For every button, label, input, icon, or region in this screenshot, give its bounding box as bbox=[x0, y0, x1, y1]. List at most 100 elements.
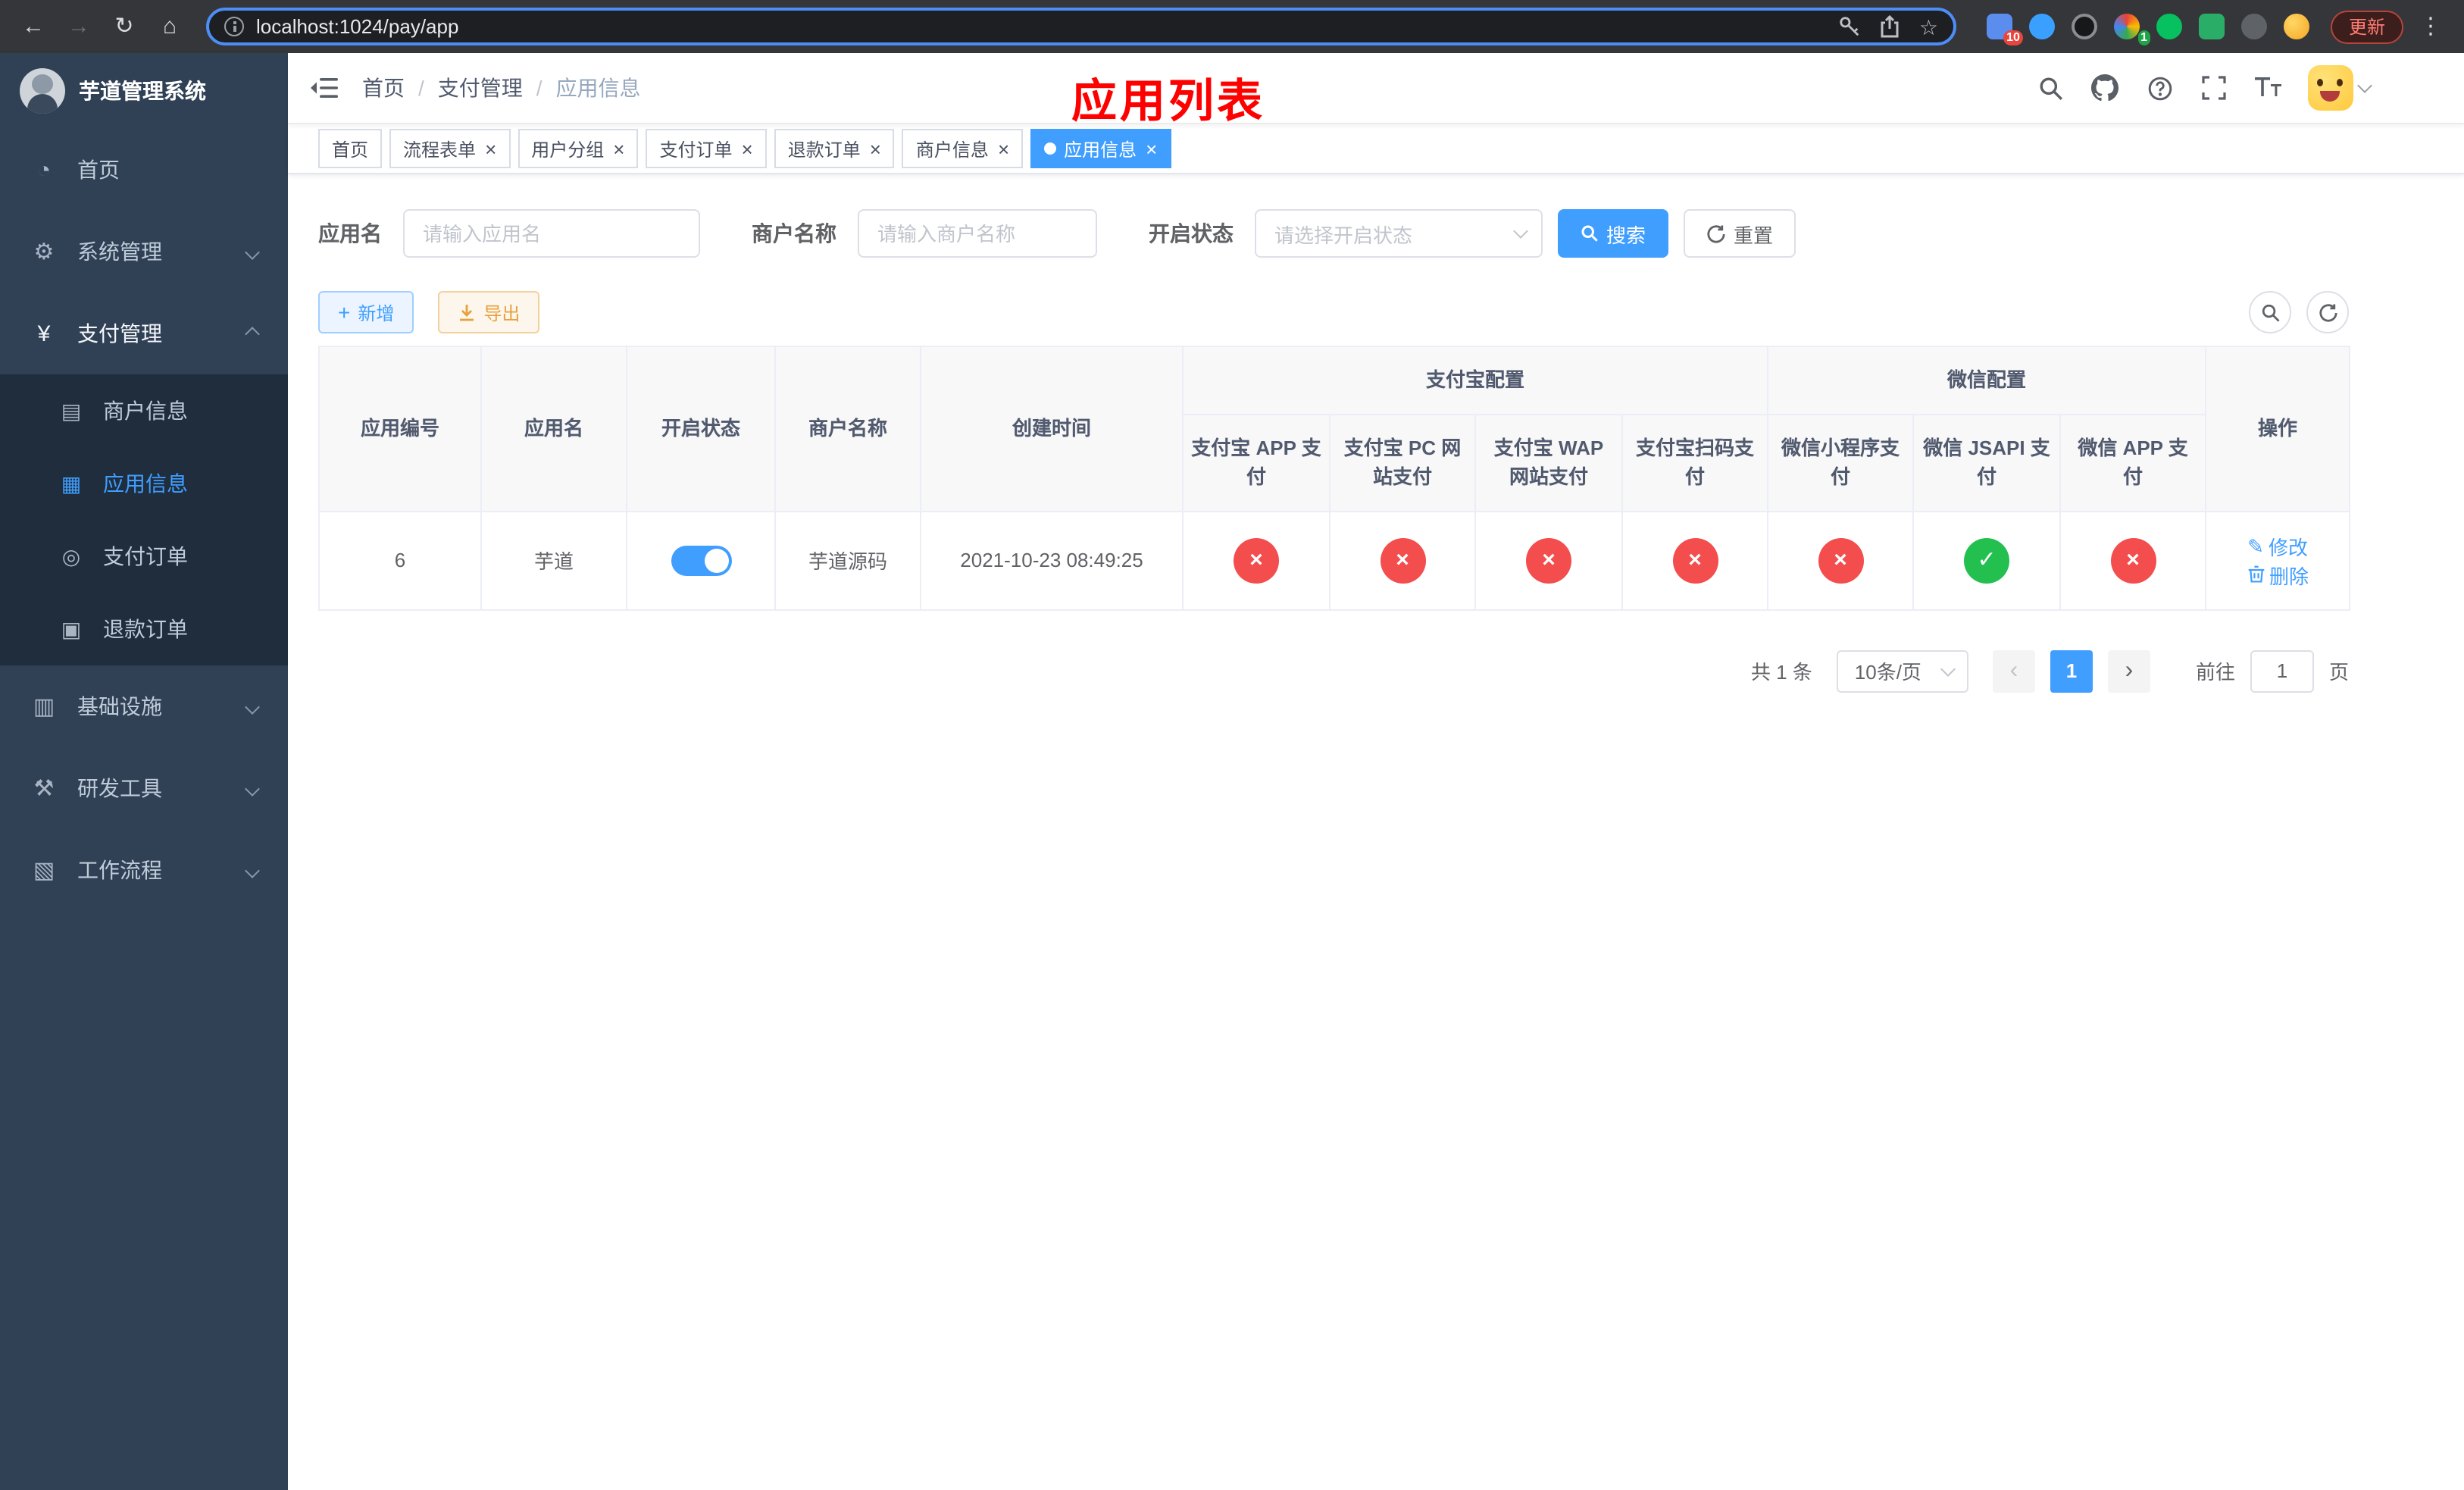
cell-wechat-jsapi: ✓ bbox=[1912, 510, 2062, 610]
sidebar-item-workflow[interactable]: ▧ 工作流程 bbox=[0, 829, 288, 911]
extension-icon[interactable] bbox=[2028, 14, 2055, 39]
reset-button[interactable]: 重置 bbox=[1684, 209, 1796, 258]
tab-close-icon[interactable]: × bbox=[613, 139, 624, 158]
page-info-icon[interactable] bbox=[224, 17, 244, 36]
search-form: 应用名 商户名称 开启状态 请选择开启状态 搜索 bbox=[318, 209, 2349, 258]
prev-page-button[interactable]: ‹ bbox=[1992, 650, 2035, 692]
github-icon[interactable] bbox=[2078, 52, 2132, 124]
app-table: 应用编号 应用名 开启状态 商户名称 创建时间 支付宝配置 微信配置 操作 支付… bbox=[318, 346, 2351, 610]
bookmark-star-icon[interactable]: ☆ bbox=[1919, 16, 1938, 37]
sidebar-item-dev-tools[interactable]: ⚒ 研发工具 bbox=[0, 747, 288, 829]
pagination: 共 1 条 10条/页 ‹ 1 › 前往 页 bbox=[318, 650, 2349, 692]
password-key-icon[interactable] bbox=[1839, 15, 1862, 38]
sidebar-item-home[interactable]: ◔ 首页 bbox=[0, 129, 288, 211]
sidebar-item-app-info[interactable]: ▦ 应用信息 bbox=[0, 447, 288, 520]
status-label: 开启状态 bbox=[1149, 221, 1234, 246]
sidebar-item-label: 退款订单 bbox=[103, 617, 188, 641]
fullscreen-icon[interactable] bbox=[2187, 52, 2241, 124]
chrome-update-button[interactable]: 更新 bbox=[2330, 10, 2403, 43]
tab-close-icon[interactable]: × bbox=[485, 139, 496, 158]
col-group-alipay: 支付宝配置 bbox=[1181, 346, 1769, 415]
browser-back-icon[interactable]: ← bbox=[15, 0, 52, 53]
cell-alipay-qr: × bbox=[1621, 510, 1769, 610]
share-icon[interactable] bbox=[1880, 14, 1901, 39]
chevron-down-icon bbox=[1940, 661, 1956, 676]
cell-alipay-app: × bbox=[1182, 510, 1330, 610]
tab-process-form[interactable]: 流程表单 × bbox=[389, 129, 511, 168]
cell-merchant: 芋道源码 bbox=[774, 510, 921, 610]
app-title: 芋道管理系统 bbox=[79, 79, 206, 103]
avatar[interactable] bbox=[2308, 65, 2353, 111]
delete-link[interactable]: 删除 bbox=[2247, 560, 2309, 589]
edit-link[interactable]: ✎ 修改 bbox=[2247, 531, 2308, 560]
search-icon[interactable] bbox=[2023, 52, 2078, 124]
extension-icon[interactable] bbox=[2071, 14, 2097, 39]
browser-menu-icon[interactable]: ⋮ bbox=[2412, 0, 2449, 53]
sidebar-item-label: 支付管理 bbox=[77, 321, 162, 346]
disabled-status-icon: × bbox=[1380, 537, 1425, 583]
browser-reload-icon[interactable]: ↻ bbox=[106, 0, 142, 53]
tab-close-icon[interactable]: × bbox=[998, 139, 1009, 158]
tab-pay-order[interactable]: 支付订单 × bbox=[646, 129, 767, 168]
add-button[interactable]: + 新增 bbox=[318, 291, 414, 333]
export-button[interactable]: 导出 bbox=[438, 291, 540, 333]
tab-app-info[interactable]: 应用信息 × bbox=[1030, 129, 1171, 168]
help-icon[interactable] bbox=[2132, 52, 2187, 124]
disabled-status-icon: × bbox=[1672, 537, 1718, 583]
sidebar-item-refund-order[interactable]: ▣ 退款订单 bbox=[0, 593, 288, 665]
url-bar[interactable]: localhost:1024/pay/app ☆ bbox=[206, 8, 1956, 45]
browser-home-icon[interactable]: ⌂ bbox=[152, 0, 188, 53]
col-actions: 操作 bbox=[2205, 346, 2351, 512]
merchant-name-input[interactable] bbox=[858, 209, 1097, 258]
logo-image bbox=[20, 68, 65, 114]
tab-merchant-info[interactable]: 商户信息 × bbox=[902, 129, 1024, 168]
sidebar-item-pay-order[interactable]: ◎ 支付订单 bbox=[0, 520, 288, 593]
refresh-button[interactable] bbox=[2306, 291, 2349, 333]
avatar-dropdown-icon[interactable] bbox=[2357, 78, 2372, 93]
font-size-icon[interactable] bbox=[2241, 52, 2296, 124]
page-size-select[interactable]: 10条/页 bbox=[1836, 650, 1968, 692]
payment-submenu: ▤ 商户信息 ▦ 应用信息 ◎ 支付订单 ▣ 退款订单 bbox=[0, 374, 288, 665]
breadcrumb-home[interactable]: 首页 bbox=[362, 73, 405, 103]
tab-close-icon[interactable]: × bbox=[742, 139, 753, 158]
app-name-input[interactable] bbox=[403, 209, 700, 258]
extension-icon[interactable] bbox=[2198, 14, 2225, 39]
extension-icon[interactable] bbox=[2240, 14, 2267, 39]
page-title: 应用列表 bbox=[1071, 77, 1265, 127]
status-toggle[interactable] bbox=[671, 545, 731, 575]
sidebar-item-payment[interactable]: ¥ 支付管理 bbox=[0, 293, 288, 374]
search-button[interactable]: 搜索 bbox=[1558, 209, 1669, 258]
breadcrumb-separator: / bbox=[418, 76, 424, 100]
status-select[interactable]: 请选择开启状态 bbox=[1255, 209, 1543, 258]
breadcrumb-payment[interactable]: 支付管理 bbox=[438, 73, 523, 103]
sidebar-item-system[interactable]: ⚙ 系统管理 bbox=[0, 211, 288, 293]
col-created: 创建时间 bbox=[920, 346, 1184, 512]
extension-icon[interactable] bbox=[2283, 14, 2309, 39]
cell-app-name: 芋道 bbox=[480, 510, 627, 610]
next-page-button[interactable]: › bbox=[2107, 650, 2150, 692]
extension-icon[interactable]: 1 bbox=[2113, 14, 2150, 45]
sidebar-toggle-icon[interactable] bbox=[311, 76, 338, 100]
page-content: 应用名 商户名称 开启状态 请选择开启状态 搜索 bbox=[288, 174, 2464, 1490]
sidebar-item-label: 研发工具 bbox=[77, 776, 162, 800]
tab-label: 商户信息 bbox=[915, 139, 989, 160]
sidebar-item-label: 首页 bbox=[77, 158, 120, 182]
extension-icon[interactable] bbox=[2156, 14, 2182, 39]
col-wechat-jsapi: 微信 JSAPI 支付 bbox=[1912, 413, 2062, 512]
cell-status bbox=[626, 510, 776, 610]
tab-label: 流程表单 bbox=[403, 139, 477, 160]
tab-home[interactable]: 首页 bbox=[318, 129, 383, 168]
sidebar-item-merchant-info[interactable]: ▤ 商户信息 bbox=[0, 374, 288, 447]
disabled-status-icon: × bbox=[2110, 537, 2156, 583]
tab-close-icon[interactable]: × bbox=[1146, 139, 1157, 158]
goto-page-input[interactable] bbox=[2250, 650, 2314, 692]
tab-close-icon[interactable]: × bbox=[870, 139, 881, 158]
toggle-search-button[interactable] bbox=[2249, 291, 2291, 333]
tab-user-group[interactable]: 用户分组 × bbox=[518, 129, 639, 168]
tab-refund-order[interactable]: 退款订单 × bbox=[774, 129, 895, 168]
browser-forward-icon[interactable]: → bbox=[61, 0, 97, 53]
tab-label: 支付订单 bbox=[659, 139, 733, 160]
sidebar-item-infrastructure[interactable]: ▥ 基础设施 bbox=[0, 665, 288, 747]
page-number-button[interactable]: 1 bbox=[2050, 650, 2093, 692]
extension-icon[interactable]: 10 bbox=[1986, 14, 2023, 45]
